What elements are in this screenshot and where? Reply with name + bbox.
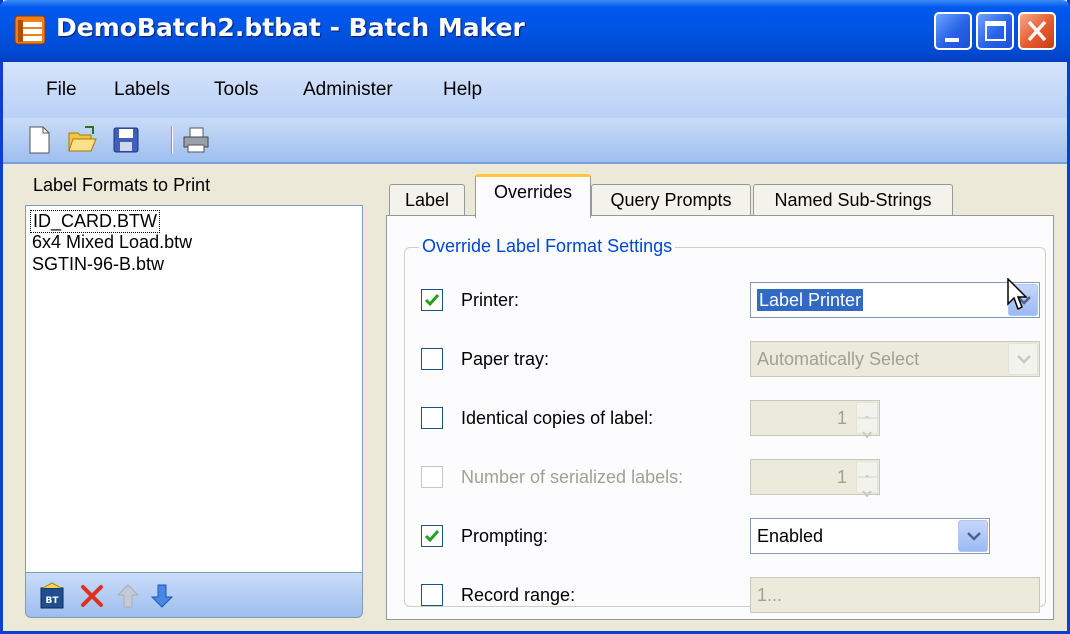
- svg-text:BT: BT: [46, 596, 60, 606]
- menu-tools[interactable]: Tools: [214, 79, 258, 101]
- identical-copies-label: Identical copies of label:: [461, 408, 654, 428]
- printer-value: Label Printer: [757, 289, 864, 311]
- close-icon: [1027, 20, 1047, 42]
- record-range-checkbox[interactable]: [421, 584, 443, 606]
- record-range-input[interactable]: 1...: [750, 577, 1040, 613]
- group-title: Override Label Format Settings: [419, 236, 676, 257]
- batch-maker-app-icon: [14, 15, 46, 45]
- prompting-value: Enabled: [757, 526, 824, 546]
- window-title: DemoBatch2.btbat - Batch Maker: [56, 13, 525, 42]
- checkmark-icon: [424, 530, 440, 543]
- maximize-icon: [985, 21, 1006, 41]
- menu-bar: File Labels Tools Administer Help: [3, 62, 1067, 118]
- serialized-labels-label: Number of serialized labels:: [461, 467, 684, 487]
- serialized-labels-value: 1: [836, 467, 847, 487]
- printer-label: Printer:: [461, 290, 520, 310]
- spin-up-button[interactable]: [856, 461, 878, 482]
- paper-tray-dropdown-button[interactable]: [1008, 343, 1038, 375]
- tab-overrides[interactable]: Overrides: [475, 174, 591, 218]
- minimize-button[interactable]: [934, 12, 972, 50]
- title-bar[interactable]: DemoBatch2.btbat - Batch Maker: [0, 0, 1070, 62]
- paper-tray-value: Automatically Select: [757, 349, 920, 369]
- chevron-down-icon: [862, 490, 872, 498]
- list-toolbar: BT: [25, 572, 363, 618]
- menu-file[interactable]: File: [46, 79, 77, 101]
- save-icon[interactable]: [111, 125, 141, 155]
- tab-label[interactable]: Label: [389, 184, 465, 216]
- tab-named-sub-strings[interactable]: Named Sub-Strings: [753, 184, 953, 216]
- override-settings-group: Override Label Format Settings Printer: …: [404, 236, 1046, 613]
- overrides-tab-panel: Override Label Format Settings Printer: …: [386, 215, 1054, 620]
- prompting-checkbox[interactable]: [421, 525, 443, 547]
- prompting-label: Prompting:: [461, 526, 549, 546]
- printer-dropdown[interactable]: Label Printer: [750, 282, 1040, 318]
- main-window: DemoBatch2.btbat - Batch Maker File Labe…: [0, 0, 1070, 634]
- spin-up-button[interactable]: [856, 402, 878, 423]
- spin-down-button[interactable]: [856, 418, 878, 439]
- toolbar: [3, 118, 1067, 164]
- serialized-labels-checkbox[interactable]: [421, 466, 443, 488]
- serialized-labels-spin-buttons[interactable]: [856, 461, 878, 498]
- record-range-label: Record range:: [461, 585, 576, 605]
- chevron-down-icon: [1017, 355, 1031, 364]
- new-icon[interactable]: [25, 125, 55, 155]
- close-button[interactable]: [1018, 12, 1056, 50]
- menu-administer[interactable]: Administer: [303, 79, 393, 101]
- label-formats-heading: Label Formats to Print: [33, 175, 211, 195]
- paper-tray-dropdown[interactable]: Automatically Select: [750, 341, 1040, 377]
- delete-icon[interactable]: [78, 582, 106, 610]
- chevron-down-icon: [862, 431, 872, 439]
- label-formats-list[interactable]: ID_CARD.BTW 6x4 Mixed Load.btw SGTIN-96-…: [25, 205, 363, 597]
- printer-checkbox[interactable]: [421, 289, 443, 311]
- list-item[interactable]: ID_CARD.BTW: [30, 210, 161, 233]
- tab-query-prompts[interactable]: Query Prompts: [591, 184, 751, 216]
- paper-tray-label: Paper tray:: [461, 349, 550, 369]
- record-range-value: 1...: [757, 585, 783, 605]
- open-icon[interactable]: [67, 125, 97, 155]
- prompting-dropdown[interactable]: Enabled: [750, 518, 990, 554]
- add-format-icon[interactable]: BT: [38, 582, 66, 610]
- paper-tray-checkbox[interactable]: [421, 348, 443, 370]
- serialized-labels-spinner[interactable]: 1: [750, 459, 880, 498]
- toolbar-separator: [171, 126, 173, 154]
- maximize-button[interactable]: [976, 12, 1014, 50]
- spin-down-button[interactable]: [856, 477, 878, 498]
- identical-copies-spin-buttons[interactable]: [856, 402, 878, 439]
- identical-copies-checkbox[interactable]: [421, 407, 443, 429]
- move-up-icon[interactable]: [114, 582, 142, 610]
- identical-copies-value: 1: [836, 408, 847, 428]
- print-icon[interactable]: [181, 125, 211, 155]
- minimize-icon: [945, 38, 959, 42]
- chevron-down-icon: [967, 532, 981, 541]
- move-down-icon[interactable]: [148, 582, 176, 610]
- menu-labels[interactable]: Labels: [114, 79, 170, 101]
- identical-copies-spinner[interactable]: 1: [750, 400, 880, 439]
- list-item[interactable]: 6x4 Mixed Load.btw: [32, 232, 192, 253]
- mouse-cursor-icon: [1007, 278, 1028, 311]
- prompting-dropdown-button[interactable]: [958, 520, 988, 552]
- list-item[interactable]: SGTIN-96-B.btw: [32, 254, 164, 275]
- menu-help[interactable]: Help: [443, 79, 482, 101]
- checkmark-icon: [424, 294, 440, 307]
